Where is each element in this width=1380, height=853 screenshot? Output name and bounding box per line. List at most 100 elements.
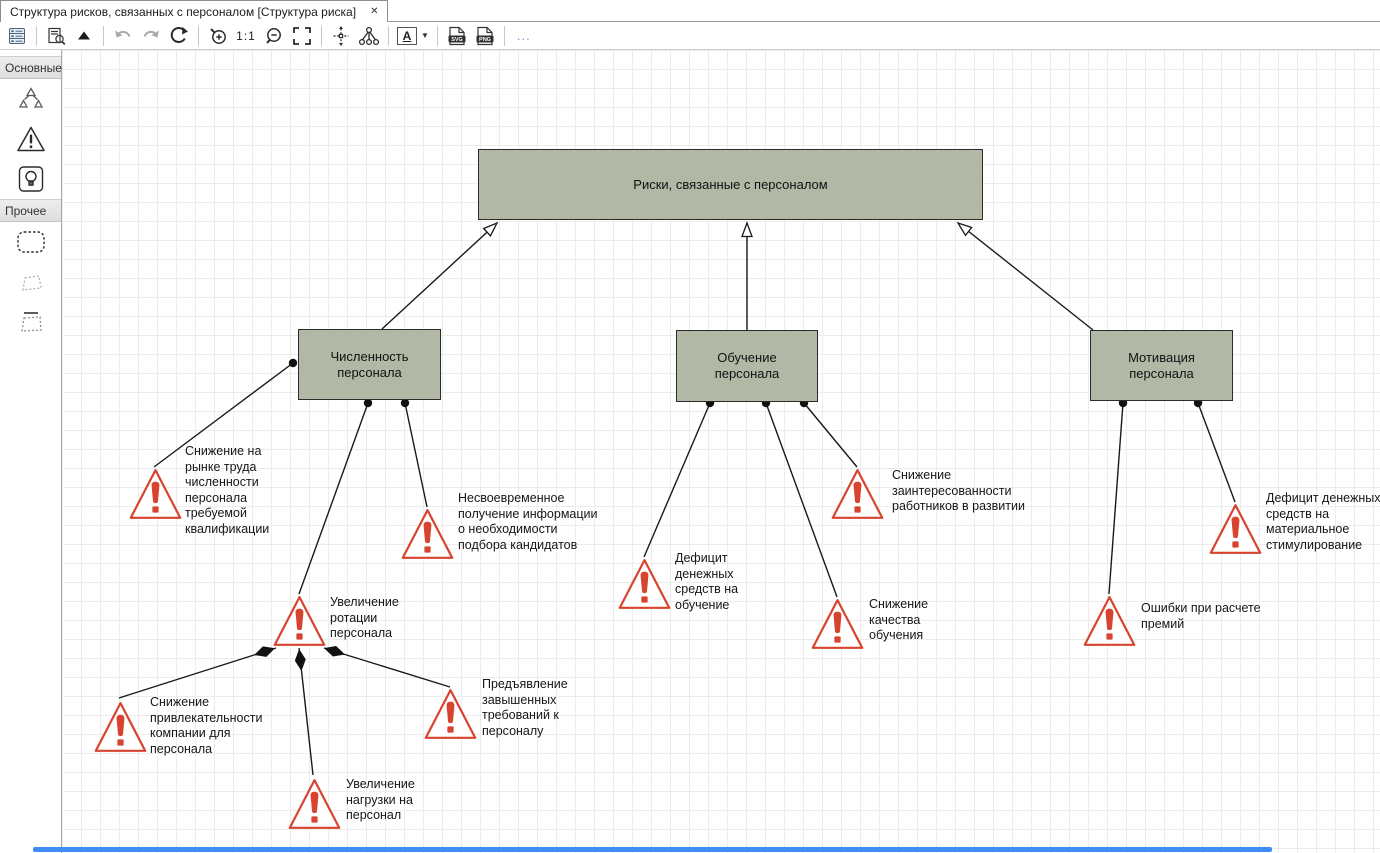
dashed-rounded-rect-icon [15,228,47,256]
font-icon: A [397,27,417,45]
risk-label: Ошибки при расчете премий [1141,601,1261,632]
connector-risk[interactable] [1109,403,1123,594]
group-node[interactable]: Обучение персонала [676,330,818,402]
properties-button[interactable] [4,24,30,48]
palette-item-region[interactable] [0,262,61,302]
triangle-up-icon [74,26,94,46]
zoom-ratio-label: 1:1 [236,29,256,43]
zoom-out-button[interactable] [261,24,287,48]
auto-layout-button[interactable] [356,24,382,48]
more-actions-button[interactable]: ... [511,28,537,43]
toolbar-separator [437,26,438,46]
collapse-button[interactable] [71,24,97,48]
palette-item-idea[interactable] [0,159,61,199]
risk-label: Снижение на рынке труда численности перс… [185,444,285,537]
close-icon[interactable]: ✕ [370,7,378,17]
chevron-down-icon[interactable]: ▼ [421,31,429,40]
palette-item-risk[interactable] [0,119,61,159]
png-file-icon: PNG [474,25,496,47]
risk-node[interactable] [1082,592,1137,650]
connector-risk[interactable] [1198,403,1235,502]
connector-group3-root[interactable] [958,223,1093,330]
palette-item-note[interactable] [0,302,61,342]
redo-icon [140,26,162,46]
fit-to-screen-button[interactable] [289,24,315,48]
risk-node[interactable] [93,698,148,756]
risk-label: Дефицит денежных средств на обучение [675,551,763,613]
root-node-label: Риски, связанные с персоналом [633,177,827,193]
toolbar-separator [504,26,505,46]
properties-icon [7,26,27,46]
connector-risk[interactable] [804,403,857,467]
root-node[interactable]: Риски, связанные с персоналом [478,149,983,220]
composition-diamond [294,648,307,671]
dashed-polygon-icon [16,270,46,294]
risk-node[interactable] [810,595,865,653]
connector-risk[interactable] [299,403,368,594]
risk-node[interactable] [423,685,478,743]
idea-bulb-icon [16,164,46,194]
risk-node[interactable] [1208,500,1263,558]
risk-node[interactable] [830,465,885,523]
layout-tree-icon [358,25,380,47]
group-node-label: Численность персонала [307,349,432,381]
document-search-icon [46,26,66,46]
refresh-button[interactable] [166,24,192,48]
palette-item-frame[interactable] [0,222,61,262]
export-svg-button[interactable]: SVG [444,24,470,48]
connection-dot [364,399,372,407]
group-node[interactable]: Мотивация персонала [1090,330,1233,401]
tab-strip: Структура рисков, связанных с персоналом… [0,0,1380,22]
connector-risk[interactable] [644,403,710,557]
warning-triangle-icon [16,125,46,153]
palette-section-header[interactable]: Основные [0,56,61,79]
connector-risk[interactable] [766,403,837,597]
svg-file-icon: SVG [446,25,468,47]
auto-position-button[interactable] [328,24,354,48]
group-node-label: Мотивация персонала [1099,350,1224,382]
connector-risk[interactable] [405,403,427,507]
palette-item-hierarchy[interactable] [0,79,61,119]
dashed-note-icon [16,309,46,335]
refresh-icon [168,25,190,47]
hierarchy-triangles-icon [16,86,46,112]
zoom-in-button[interactable] [205,24,231,48]
zoom-actual-button[interactable]: 1:1 [233,24,259,48]
risk-label: Несвоевременное получение информации о н… [458,491,600,553]
risk-node[interactable] [287,775,342,833]
tab-title: Структура рисков, связанных с персоналом… [10,5,356,19]
toolbar-separator [36,26,37,46]
document-tab[interactable]: Структура рисков, связанных с персоналом… [0,0,388,22]
connector-group1-root[interactable] [382,223,497,329]
export-png-button[interactable]: PNG [472,24,498,48]
risk-label: Снижение заинтересованности работников в… [892,468,1054,515]
toolbar-separator [103,26,104,46]
zoom-in-icon [207,25,229,47]
risk-label: Дефицит денежных средств на материальное… [1266,491,1380,553]
connector-subrisk[interactable] [119,648,276,698]
risk-node[interactable] [272,592,327,650]
risk-node[interactable] [400,505,455,563]
toolbar-separator [321,26,322,46]
risk-label: Увеличение ротации персонала [330,595,422,642]
risk-node[interactable] [128,465,183,523]
group-node-label: Обучение персонала [685,350,809,382]
zoom-out-icon [263,25,285,47]
palette-section-header[interactable]: Прочее [0,199,61,222]
connection-dot [289,359,297,367]
risk-node[interactable] [617,555,672,613]
find-element-button[interactable] [43,24,69,48]
horizontal-scrollbar[interactable] [33,847,1272,852]
risk-label: Снижение качества обучения [869,597,951,644]
undo-button[interactable] [110,24,136,48]
redo-button[interactable] [138,24,164,48]
font-style-button[interactable]: A ▼ [395,27,431,45]
diagram-canvas[interactable]: Риски, связанные с персоналом Численност… [62,50,1380,853]
toolbar-separator [388,26,389,46]
risk-label: Снижение привлекательности компании для … [150,695,282,757]
fit-screen-icon [291,25,313,47]
group-node[interactable]: Численность персонала [298,329,441,400]
risk-label: Предъявление завышенных требований к пер… [482,677,594,739]
risk-label: Увеличение нагрузки на персонал [346,777,441,824]
toolbar: 1:1 A ▼ [0,22,1380,50]
